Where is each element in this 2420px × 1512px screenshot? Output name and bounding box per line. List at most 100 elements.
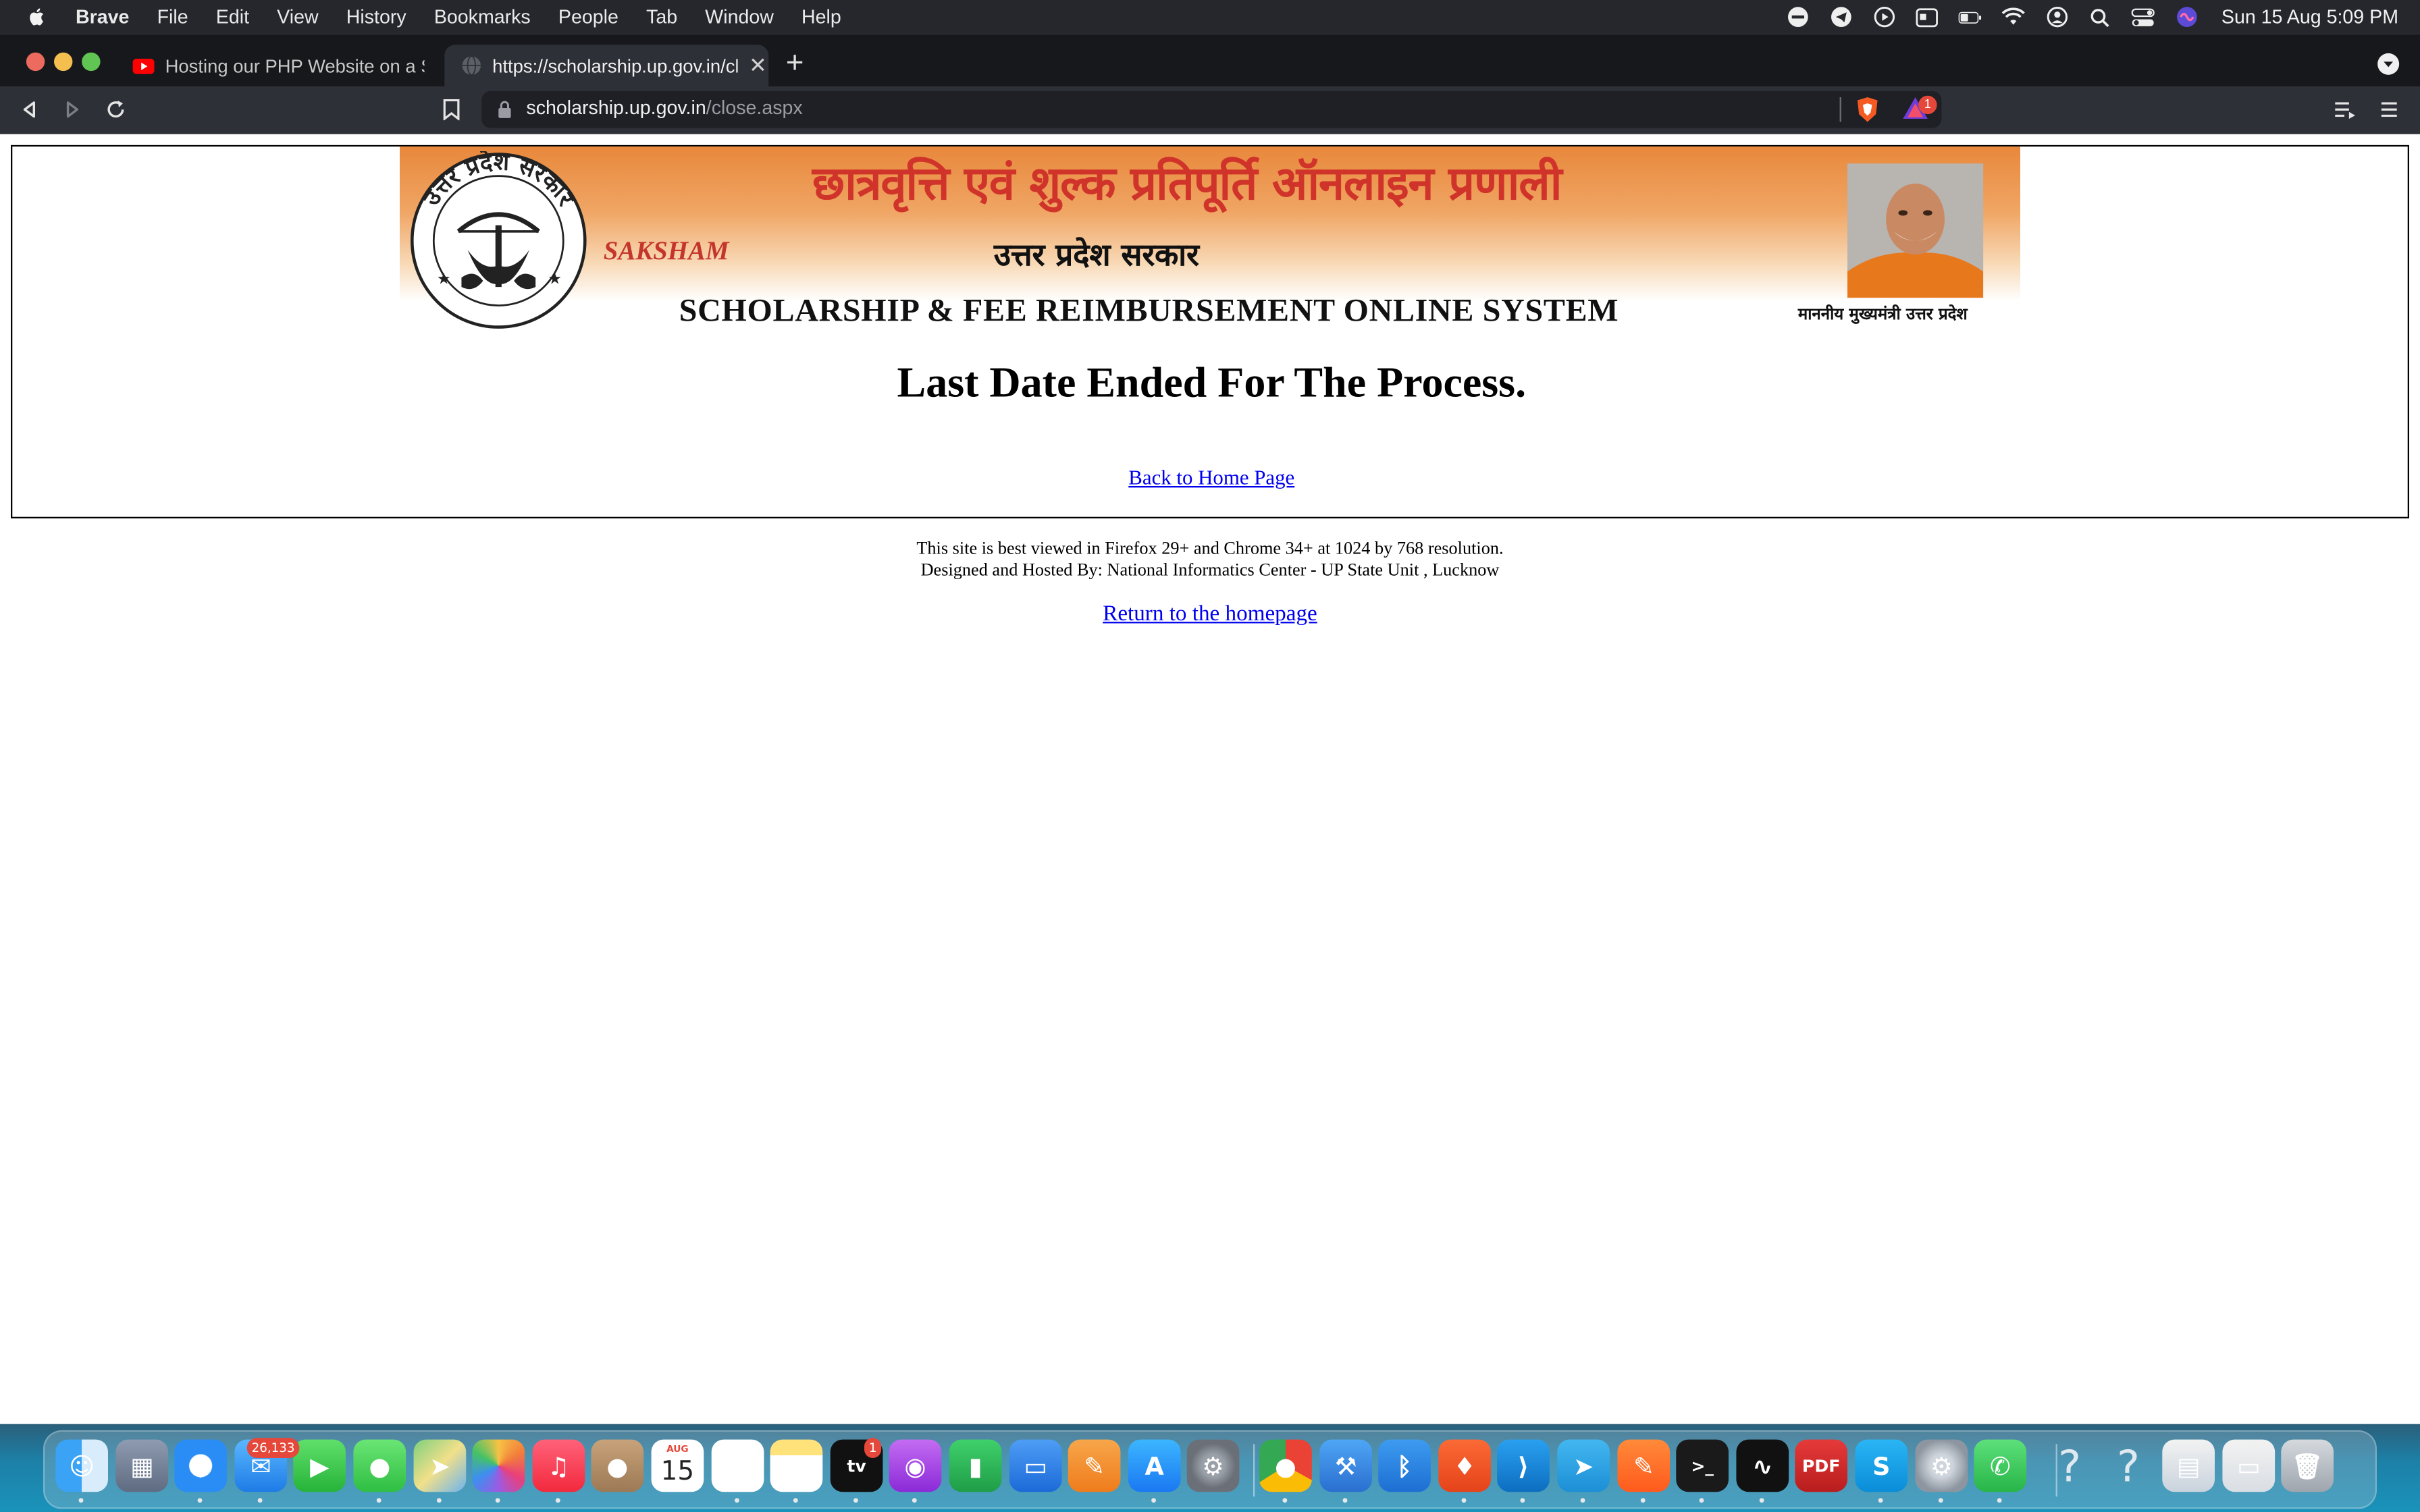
zoom-window-button[interactable] — [82, 52, 101, 72]
numbers-icon[interactable]: ▮ — [949, 1439, 1002, 1492]
trash-icon[interactable]: 🗑 — [2281, 1439, 2334, 1492]
bookmark-icon[interactable] — [437, 96, 465, 124]
menu-history[interactable]: History — [346, 6, 406, 28]
safari-icon[interactable]: ◈ — [174, 1439, 227, 1492]
main-menu-icon[interactable] — [2375, 96, 2403, 124]
brave-icon[interactable]: ♦ — [1438, 1439, 1491, 1492]
pdf-reader-icon[interactable]: PDF — [1795, 1439, 1848, 1492]
running-indicator — [1342, 1498, 1348, 1503]
forward-arrow-icon[interactable] — [59, 96, 86, 124]
content-box: उत्तर प्रदेश सरकार ★ ★ छात्रवृत्ति एवं श… — [11, 144, 2411, 519]
menu-tab[interactable]: Tab — [646, 6, 677, 28]
chrome-icon[interactable]: ● — [1259, 1439, 1312, 1492]
unknown-app-icon[interactable]: ? — [2102, 1440, 2155, 1492]
vscode-icon[interactable]: ⟩ — [1497, 1439, 1550, 1492]
apple-menu-icon[interactable] — [26, 5, 51, 30]
back-to-home-link[interactable]: Back to Home Page — [1128, 466, 1294, 489]
menu-edit[interactable]: Edit — [216, 6, 249, 28]
footer-browser-note: This site is best viewed in Firefox 29+ … — [916, 540, 1504, 559]
menu-bookmarks[interactable]: Bookmarks — [434, 6, 531, 28]
unknown-app-icon[interactable]: ? — [2043, 1440, 2096, 1492]
return-to-homepage-link[interactable]: Return to the homepage — [1103, 601, 1317, 626]
facetime-icon[interactable]: ▶ — [293, 1439, 346, 1492]
photos-icon[interactable] — [472, 1439, 525, 1492]
telegram-icon[interactable]: ➤ — [1557, 1439, 1610, 1492]
menubar: Brave File Edit View History Bookmarks P… — [0, 0, 2420, 34]
siri-icon[interactable] — [2175, 5, 2198, 28]
menu-help[interactable]: Help — [801, 6, 841, 28]
calendar-month: AUG — [666, 1444, 689, 1455]
xcode-icon[interactable]: ⚒ — [1319, 1439, 1373, 1492]
reminders-icon[interactable]: ☰ — [711, 1439, 764, 1492]
appletv-badge: 1 — [864, 1438, 882, 1458]
control-center-icon[interactable] — [2132, 5, 2155, 28]
brave-shields-icon[interactable] — [1855, 96, 1880, 124]
utility-icon[interactable]: ⚙ — [1915, 1439, 1968, 1492]
dock-divider — [2055, 1444, 2057, 1497]
running-indicator — [1699, 1498, 1704, 1503]
terminal-icon[interactable]: >_ — [1676, 1439, 1729, 1492]
appstore-icon[interactable]: A — [1128, 1439, 1181, 1492]
menu-file[interactable]: File — [157, 6, 188, 28]
address-bar[interactable]: scholarship.up.gov.in/close.aspx — [481, 90, 1942, 128]
skype-icon[interactable]: S — [1855, 1439, 1908, 1492]
pages-icon[interactable]: ✎ — [1068, 1439, 1121, 1492]
calendar-day: 15 — [660, 1456, 695, 1488]
maps-icon[interactable]: ➤ — [413, 1439, 467, 1492]
url-text[interactable]: scholarship.up.gov.in/close.aspx — [526, 97, 802, 119]
battery-icon[interactable] — [1959, 5, 1982, 28]
preview-icon[interactable]: ▤ — [2162, 1439, 2215, 1492]
keynote-icon[interactable]: ▭ — [1009, 1439, 1062, 1492]
return-link-container: Return to the homepage — [0, 601, 2420, 628]
clock[interactable]: Sun 15 Aug 5:09 PM — [2221, 6, 2398, 28]
bluetooth-icon[interactable]: ᛒ — [1378, 1439, 1431, 1492]
close-tab-icon[interactable]: ✕ — [747, 53, 768, 79]
notes-icon[interactable] — [770, 1439, 823, 1492]
menu-window[interactable]: Window — [705, 6, 774, 28]
banner-saksham-label: SAKSHAM — [603, 236, 729, 266]
back-home-link-container: Back to Home Page — [12, 466, 2411, 491]
footer-note: This site is best viewed in Firefox 29+ … — [0, 540, 2420, 582]
playlist-icon[interactable] — [2330, 96, 2358, 124]
spotlight-search-icon[interactable] — [2088, 5, 2111, 28]
running-indicator — [1640, 1498, 1646, 1503]
back-arrow-icon[interactable] — [16, 96, 43, 124]
new-tab-button[interactable]: + — [781, 48, 809, 79]
minimize-window-button[interactable] — [54, 52, 73, 72]
user-account-icon[interactable] — [2045, 5, 2068, 28]
menu-people[interactable]: People — [558, 6, 619, 28]
menu-view[interactable]: View — [277, 6, 318, 28]
web-page: उत्तर प्रदेश सरकार ★ ★ छात्रवृत्ति एवं श… — [0, 134, 2420, 1424]
globe-icon — [460, 55, 481, 76]
activity-monitor-icon[interactable]: ∿ — [1736, 1439, 1789, 1492]
lock-icon[interactable] — [497, 99, 515, 120]
running-indicator — [197, 1498, 203, 1503]
system-preferences-icon[interactable]: ⚙ — [1186, 1439, 1240, 1492]
wifi-icon[interactable] — [2002, 5, 2026, 28]
telegram-status-icon[interactable] — [1829, 5, 1852, 28]
tab-scholarship[interactable]: https://scholarship.up.gov.in/close.aspx… — [444, 45, 769, 86]
play-status-icon[interactable] — [1872, 5, 1895, 28]
calendar-icon[interactable]: AUG 15 — [651, 1439, 704, 1492]
screen-status-icon[interactable] — [1916, 5, 1939, 28]
banner-hindi-title: छात्रवृत्ति एवं शुल्क प्रतिपूर्ति ऑनलाइन… — [812, 157, 1562, 212]
sketch-icon[interactable]: ✎ — [1617, 1439, 1671, 1492]
podcasts-icon[interactable]: ◉ — [889, 1439, 942, 1492]
finder-icon[interactable]: ☺ — [55, 1439, 108, 1492]
tab-youtube[interactable]: Hosting our PHP Website on a Server — [117, 45, 438, 86]
tab-search-icon[interactable] — [2377, 53, 2402, 78]
music-icon[interactable]: ♫ — [532, 1439, 585, 1492]
whatsapp-icon[interactable]: ✆ — [1974, 1439, 2027, 1492]
close-window-button[interactable] — [26, 52, 45, 72]
running-indicator — [1938, 1498, 1943, 1503]
contacts-icon[interactable]: ● — [591, 1439, 644, 1492]
running-indicator — [1997, 1498, 2002, 1503]
reload-icon[interactable] — [102, 96, 130, 124]
divider — [1839, 97, 1841, 122]
menu-app-name[interactable]: Brave — [76, 6, 129, 28]
do-not-disturb-icon[interactable] — [1786, 5, 1809, 28]
messages-icon[interactable]: ● — [353, 1439, 406, 1492]
launchpad-icon[interactable]: ▦ — [115, 1439, 169, 1492]
running-indicator — [912, 1498, 917, 1503]
screenshot-icon[interactable]: ▭ — [2222, 1439, 2276, 1492]
